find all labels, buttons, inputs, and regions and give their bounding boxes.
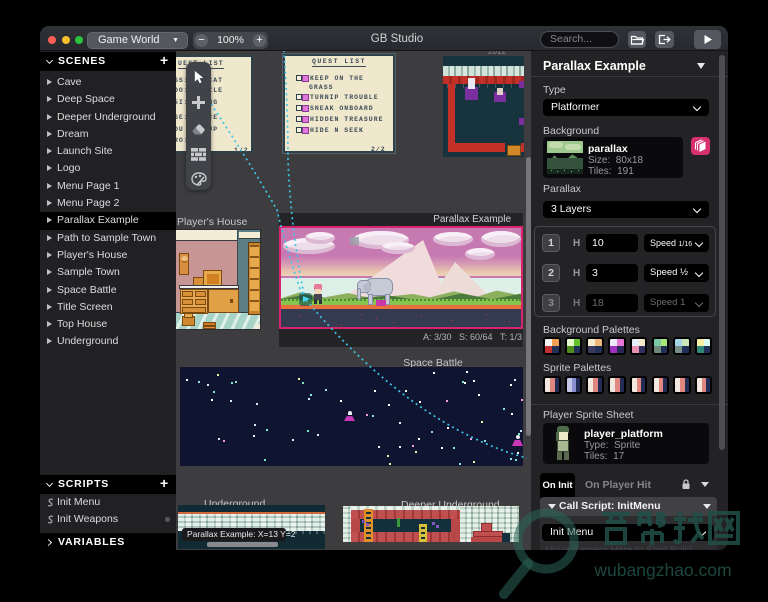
svg-text:wubangzhao.com: wubangzhao.com — [593, 560, 731, 580]
